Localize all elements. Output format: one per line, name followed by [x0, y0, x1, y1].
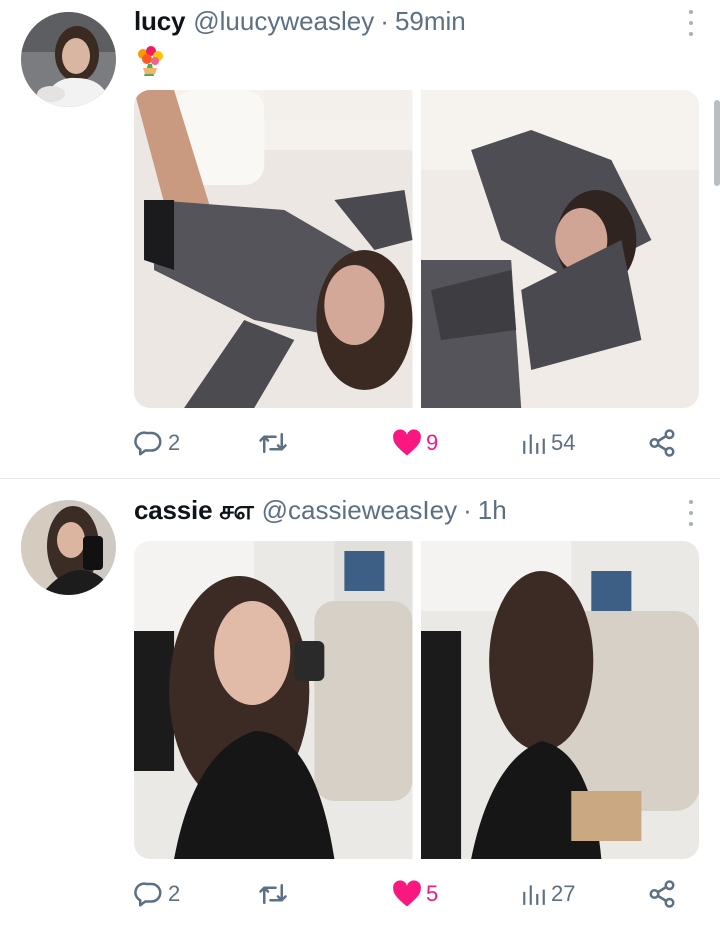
retweet-button[interactable]: [256, 874, 290, 914]
tweet-header: lucy @luucyweasley · 59min: [134, 6, 466, 40]
avatar[interactable]: [21, 500, 116, 595]
view-count: 27: [551, 881, 576, 906]
user-handle[interactable]: @luucyweasley: [193, 6, 374, 37]
display-name[interactable]: lucy: [134, 6, 185, 37]
photo-2[interactable]: [420, 541, 699, 859]
reply-button[interactable]: 2: [134, 874, 180, 914]
views-button[interactable]: 54: [521, 423, 575, 463]
heart-icon: [393, 429, 421, 456]
views-icon: [523, 434, 545, 454]
like-button[interactable]: 9: [392, 423, 438, 463]
like-count: 5: [426, 881, 439, 906]
retweet-button[interactable]: [256, 423, 290, 463]
photo-1[interactable]: [134, 541, 413, 859]
user-handle[interactable]: @cassieweasIey: [262, 495, 457, 526]
bouquet-emoji: [134, 44, 166, 78]
separator-dot: ·: [463, 495, 472, 525]
reply-button[interactable]: 2: [134, 423, 180, 463]
tweet-1[interactable]: lucy @luucyweasley · 59min 2 9 54: [0, 0, 720, 478]
views-icon: [523, 885, 545, 905]
avatar[interactable]: [21, 12, 116, 107]
more-icon[interactable]: [686, 500, 696, 526]
more-icon[interactable]: [686, 10, 696, 36]
separator-dot: ·: [380, 6, 389, 36]
photo-2[interactable]: [420, 90, 699, 408]
reply-icon: [134, 431, 162, 456]
retweet-icon: [259, 433, 287, 453]
tweet-actions: 2 5 27: [134, 874, 694, 914]
share-button[interactable]: [647, 423, 677, 463]
timestamp[interactable]: 1h: [478, 495, 507, 526]
reply-icon: [134, 882, 162, 907]
share-icon: [649, 880, 675, 908]
retweet-icon: [259, 884, 287, 904]
tweet-media[interactable]: [134, 541, 699, 859]
share-button[interactable]: [647, 874, 677, 914]
like-count: 9: [426, 430, 439, 455]
display-name[interactable]: cassie சஎ: [134, 495, 254, 529]
reply-count: 2: [168, 881, 181, 906]
tweet-media[interactable]: [134, 90, 699, 408]
tweet-2[interactable]: cassie சஎ @cassieweasIey · 1h 2 5 27: [0, 479, 720, 927]
heart-icon: [393, 880, 421, 907]
views-button[interactable]: 27: [521, 874, 575, 914]
share-icon: [649, 429, 675, 457]
reply-count: 2: [168, 430, 181, 455]
like-button[interactable]: 5: [392, 874, 438, 914]
view-count: 54: [551, 430, 576, 455]
photo-1[interactable]: [134, 90, 413, 408]
scrollbar[interactable]: [714, 100, 720, 186]
tweet-actions: 2 9 54: [134, 423, 694, 463]
tweet-header: cassie சஎ @cassieweasIey · 1h: [134, 495, 507, 529]
timestamp[interactable]: 59min: [395, 6, 466, 37]
